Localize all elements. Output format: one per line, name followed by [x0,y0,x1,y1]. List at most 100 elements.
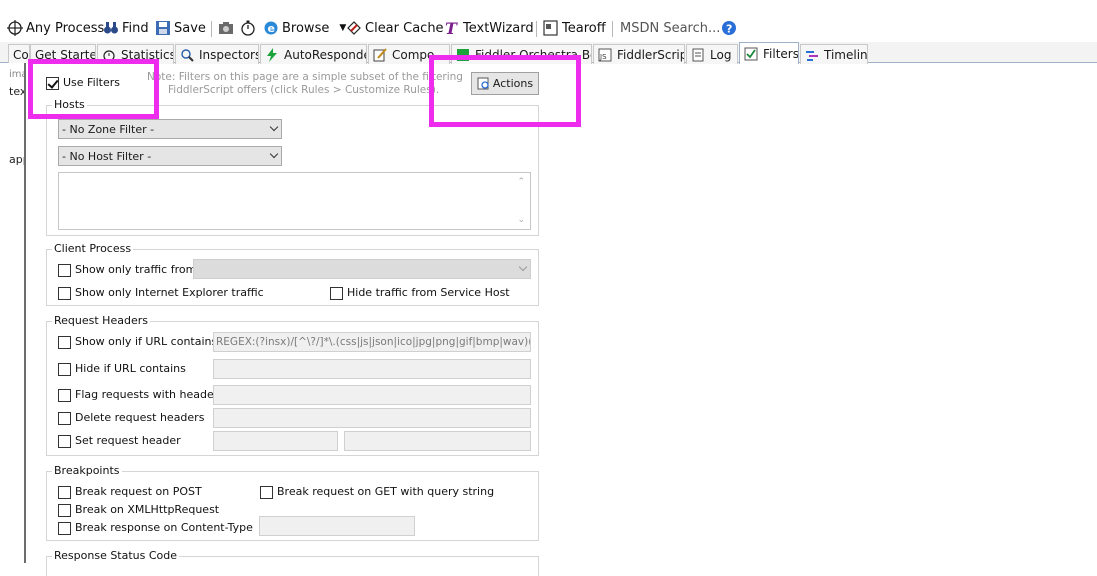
flag-requests-label: Flag requests with headers [75,388,224,401]
crosshair-icon [7,20,23,36]
hosts-list-textarea[interactable]: ⌃ ⌄ [58,172,531,230]
chevron-down-icon [269,149,279,159]
set-header-value-field[interactable] [344,431,531,451]
tab-label: Timeline [824,47,868,62]
session-text: app [9,153,24,166]
tab-label: Filters [763,46,799,61]
any-process-label: Any Process [26,20,105,36]
show-only-ie-checkbox[interactable] [58,287,71,300]
hide-if-url-checkbox[interactable] [58,363,71,376]
magnifier-icon [180,48,194,62]
break-get-query-checkbox[interactable] [260,486,273,499]
tab-composer-truncated[interactable]: Co [8,44,30,64]
help-icon: ? [721,20,737,36]
chevron-down-icon [269,122,279,132]
compose-icon [373,47,387,62]
textwizard-button[interactable]: T TextWizard [444,19,534,38]
break-xhr-checkbox[interactable] [58,504,71,517]
toolbar-separator [612,21,613,37]
binoculars-icon [103,20,119,36]
msdn-search-box[interactable]: MSDN Search... [620,19,720,37]
break-response-ct-checkbox[interactable] [58,522,71,535]
tab-label: Inspectors [199,47,259,62]
breakpoints-title: Breakpoints [52,464,122,477]
actions-highlight [429,55,581,127]
set-header-checkbox[interactable] [58,435,71,448]
break-get-query-label: Break request on GET with query string [277,485,495,498]
delete-headers-label: Delete request headers [75,411,205,424]
session-list-sliver[interactable]: ima tex app [0,63,26,563]
checkbox-icon [744,47,758,61]
flag-requests-checkbox[interactable] [58,389,71,402]
svg-text:JS: JS [599,53,607,61]
chevron-down-icon [518,262,528,272]
tab-fiddlerscript[interactable]: JS FiddlerScript [593,44,685,64]
tab-filters[interactable]: Filters [739,42,799,64]
flag-requests-field[interactable] [213,385,531,405]
content-type-field[interactable] [259,516,415,536]
find-button[interactable]: Find [103,19,149,37]
log-icon [691,48,705,62]
svg-text:e: e [268,22,275,35]
timer-button[interactable] [240,19,259,37]
tab-log[interactable]: Log [686,44,738,64]
break-post-label: Break request on POST [75,485,202,498]
url-contains-field[interactable]: REGEX:(?insx)/[^\?/]*\.(css|js|json|ico|… [213,332,531,352]
set-header-label: Set request header [75,434,181,447]
hide-if-url-label: Hide if URL contains [75,362,186,375]
toolbar: Any Process Find Save e Browse ▼ Clear C [0,15,1097,41]
use-filters-highlight [28,59,159,119]
show-only-traffic-from-checkbox[interactable] [58,264,71,277]
msdn-search-label: MSDN Search... [620,20,721,36]
help-button[interactable]: ? [721,19,740,37]
client-process-title: Client Process [52,242,134,255]
scroll-up-icon[interactable]: ⌃ [517,177,525,187]
tab-autoresponder[interactable]: AutoResponder [260,44,367,64]
tearoff-icon [543,20,559,36]
show-only-ie-label: Show only Internet Explorer traffic [75,286,264,299]
save-button[interactable]: Save [155,19,206,37]
request-headers-title: Request Headers [52,314,150,327]
response-status-title: Response Status Code [52,549,180,562]
show-only-traffic-from-label: Show only traffic from [75,263,197,276]
set-header-name-field[interactable] [213,431,338,451]
delete-headers-field[interactable] [213,408,531,428]
delete-headers-checkbox[interactable] [58,412,71,425]
camera-icon [218,20,234,36]
textwizard-icon: T [444,19,460,38]
clear-cache-button[interactable]: Clear Cache [346,19,444,37]
zone-filter-dropdown[interactable]: - No Zone Filter - [58,119,282,139]
any-process-button[interactable]: Any Process [7,19,104,37]
tab-inspectors[interactable]: Inspectors [175,44,259,64]
session-text: ima [9,69,26,80]
filters-note-line2: FiddlerScript offers (click Rules > Cust… [168,84,440,96]
break-response-ct-label: Break response on Content-Type [75,521,253,534]
tearoff-label: Tearoff [562,20,606,36]
toolbar-separator [211,21,212,37]
browse-label: Browse [282,20,330,36]
tab-timeline[interactable]: Timeline [800,44,868,64]
find-label: Find [122,20,149,36]
save-icon [155,20,171,36]
host-filter-dropdown[interactable]: - No Host Filter - [58,146,282,166]
break-xhr-label: Break on XMLHttpRequest [75,503,220,516]
process-dropdown[interactable] [193,259,531,279]
hide-if-url-field[interactable] [213,359,531,379]
tab-label: Log [710,47,732,62]
ie-browser-icon: e [263,20,279,36]
scroll-down-icon[interactable]: ⌄ [517,215,525,225]
hide-service-host-label: Hide traffic from Service Host [347,286,510,299]
hide-service-host-checkbox[interactable] [330,287,343,300]
js-script-icon: JS [598,48,612,62]
toolbar-separator [536,21,537,37]
svg-text:?: ? [726,23,732,36]
screenshot-button[interactable] [218,19,237,37]
show-only-if-url-label: Show only if URL contains [75,335,218,348]
tearoff-button[interactable]: Tearoff [543,19,606,37]
zone-filter-value: - No Zone Filter - [62,122,155,136]
browse-button[interactable]: e Browse ▼ [263,19,346,37]
textwizard-label: TextWizard [463,20,534,36]
break-post-checkbox[interactable] [58,486,71,499]
show-only-if-url-checkbox[interactable] [58,336,71,349]
tab-label: FiddlerScript [617,47,685,62]
